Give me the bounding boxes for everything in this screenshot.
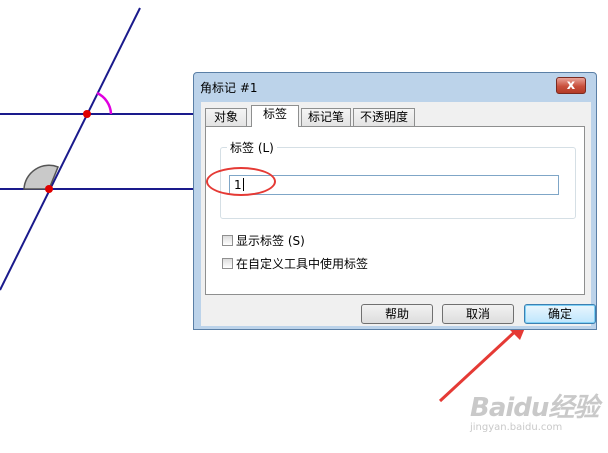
tab-marker-pen[interactable]: 标记笔	[301, 108, 351, 126]
intersection-point-top[interactable]	[83, 110, 91, 118]
cancel-button[interactable]: 取消	[442, 304, 514, 324]
show-label-checkbox-row[interactable]: 显示标签 (S)	[222, 233, 305, 249]
dialog-title: 角标记 #1	[200, 81, 258, 95]
tab-label[interactable]: 标签	[251, 105, 299, 127]
dialog-client: 对象 标签 标记笔 不透明度 标签 (L) 1 显示标签 (S) 在自定义工具中…	[201, 102, 596, 326]
custom-tool-label-checkbox[interactable]	[222, 258, 233, 269]
annotation-ellipse	[206, 167, 276, 196]
help-button[interactable]: 帮助	[361, 304, 433, 324]
intersection-point-bottom[interactable]	[45, 185, 53, 193]
close-icon: x	[566, 78, 576, 93]
custom-tool-label-checkbox-row[interactable]: 在自定义工具中使用标签	[222, 256, 368, 272]
label-tab-panel: 标签 (L) 1 显示标签 (S) 在自定义工具中使用标签	[205, 126, 585, 295]
close-button[interactable]: x	[556, 77, 586, 94]
show-label-text: 显示标签 (S)	[236, 234, 305, 248]
custom-tool-label-text: 在自定义工具中使用标签	[236, 257, 369, 271]
transversal-line[interactable]	[0, 7, 141, 291]
ok-button[interactable]: 确定	[524, 304, 596, 324]
baidu-watermark: Baidu经验 jingyan.baidu.com	[470, 387, 599, 437]
show-label-checkbox[interactable]	[222, 235, 233, 246]
label-group-title: 标签 (L)	[227, 139, 277, 156]
watermark-brand: Baidu经验	[470, 393, 599, 423]
watermark-url: jingyan.baidu.com	[470, 422, 563, 433]
angle-mark-magenta[interactable]	[96, 91, 113, 115]
dialog-titlebar[interactable]: 角标记 #1 x	[194, 73, 596, 101]
angle-marker-dialog: 角标记 #1 x 对象 标签 标记笔 不透明度 标签 (L) 1 显示标签 (S…	[193, 72, 597, 330]
label-input[interactable]: 1	[229, 175, 559, 195]
tab-object[interactable]: 对象	[205, 108, 247, 126]
tab-opacity[interactable]: 不透明度	[353, 108, 415, 126]
